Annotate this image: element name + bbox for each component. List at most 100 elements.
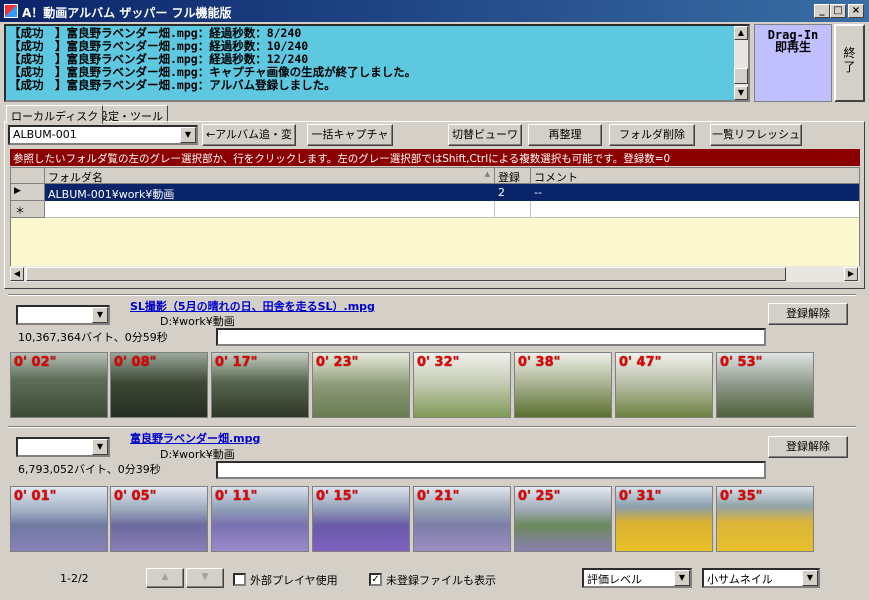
reorganize-button[interactable]: 再整理 [528,124,602,146]
rating-select-1[interactable]: ▼ [16,305,110,325]
grid-new-row-folder[interactable] [45,201,495,218]
next-page-button[interactable]: ▼ [186,568,224,588]
video-title-link-2[interactable]: 富良野ラベンダー畑.mpg [130,430,260,446]
tab-local-disk[interactable]: ローカルディスク [6,105,104,124]
chevron-down-icon[interactable]: ▼ [674,570,690,586]
scroll-thumb[interactable] [734,68,748,84]
divider [8,294,856,296]
grid-cell-count: 2 [498,186,505,199]
timestamp: 0' 15" [316,489,359,504]
timestamp: 0' 53" [720,355,763,370]
thumbnail[interactable]: 0' 47" [615,352,713,418]
grid-new-row-comment[interactable] [531,201,859,218]
video-size-1: 10,367,364バイト、0分59秒 [18,331,168,344]
thumbnail[interactable]: 0' 38" [514,352,612,418]
timestamp: 0' 05" [114,489,157,504]
grid-cell-folder: ALBUM-001¥work¥動画 [48,188,175,201]
video-path-1: D:¥work¥動画 [160,315,235,328]
timestamp: 0' 21" [417,489,460,504]
thumbnail-size-select[interactable]: 小サムネイル ▼ [702,568,820,588]
timestamp: 0' 02" [14,355,57,370]
thumbnail-size-value: 小サムネイル [707,573,773,586]
thumbnail[interactable]: 0' 53" [716,352,814,418]
log-scrollbar[interactable]: ▲ ▼ [734,26,748,100]
thumbnail[interactable]: 0' 25" [514,486,612,552]
grid-horizontal-scrollbar[interactable]: ◀ ▶ [10,266,860,282]
folder-grid[interactable]: フォルダ名 ▲ 登録 コメント ▶ ALBUM-001¥work¥動画 2 --… [10,167,860,282]
row-selector-icon[interactable]: ▶ [11,184,45,201]
album-select[interactable]: ALBUM-001 ▼ [8,125,198,145]
video-title-link-1[interactable]: SL撮影（5月の晴れの日、田舎を走るSL）.mpg [130,298,375,314]
timestamp: 0' 08" [114,355,157,370]
app-icon [4,4,18,18]
thumbnail[interactable]: 0' 01" [10,486,108,552]
unregister-button-2[interactable]: 登録解除 [768,436,848,458]
timestamp: 0' 31" [619,489,662,504]
grid-new-row-count[interactable] [495,201,531,218]
sort-asc-icon: ▲ [484,170,490,178]
thumbnail[interactable]: 0' 02" [10,352,108,418]
external-player-checkbox[interactable] [233,573,246,586]
album-select-value: ALBUM-001 [13,128,77,141]
list-refresh-button[interactable]: 一覧リフレッシュ [710,124,802,146]
thumbnail[interactable]: 0' 05" [110,486,208,552]
timestamp: 0' 25" [518,489,561,504]
log-area[interactable]: 【成功 】富良野ラベンダー畑.mpg：経過秒数：8/240 【成功 】富良野ラベ… [4,24,750,102]
thumbnail[interactable]: 0' 08" [110,352,208,418]
maximize-button[interactable]: □ [830,4,846,18]
timestamp: 0' 38" [518,355,561,370]
thumbnail[interactable]: 0' 31" [615,486,713,552]
grid-row-selected[interactable]: ALBUM-001¥work¥動画 2 -- [45,184,859,201]
grid-header-folder[interactable]: フォルダ名 ▲ [45,168,495,184]
thumbnail[interactable]: 0' 11" [211,486,309,552]
comment-input-1[interactable] [216,328,766,346]
grid-header-count[interactable]: 登録 [495,168,531,184]
timestamp: 0' 11" [215,489,258,504]
thumbnail[interactable]: 0' 15" [312,486,410,552]
exit-button[interactable]: 終了 [834,24,865,102]
batch-capture-button[interactable]: 一括キャプチャ [307,124,393,146]
scroll-right-arrow-icon[interactable]: ▶ [844,267,858,281]
scroll-thumb[interactable] [26,267,786,281]
scroll-down-arrow-icon[interactable]: ▼ [734,86,748,100]
comment-input-2[interactable] [216,461,766,479]
chevron-down-icon[interactable]: ▼ [92,439,108,455]
log-line: 【成功 】富良野ラベンダー畑.mpg：アルバム登録しました。 [9,78,336,92]
timestamp: 0' 47" [619,355,662,370]
thumbnail[interactable]: 0' 32" [413,352,511,418]
unregister-button-1[interactable]: 登録解除 [768,303,848,325]
thumbnail[interactable]: 0' 35" [716,486,814,552]
chevron-down-icon[interactable]: ▼ [92,307,108,323]
show-unregistered-checkbox[interactable]: ✓ [369,573,382,586]
grid-header-comment[interactable]: コメント [531,168,859,184]
minimize-button[interactable]: _ [814,4,830,18]
timestamp: 0' 35" [720,489,763,504]
new-row-icon[interactable]: ＊ [11,201,45,218]
chevron-down-icon[interactable]: ▼ [802,570,818,586]
external-player-label: 外部プレイヤ使用 [250,574,338,587]
close-button[interactable]: × [848,4,864,18]
info-bar: 参照したいフォルダ覧の左のグレー選択部か、行をクリックします。左のグレー選択部で… [10,149,860,166]
thumbnail[interactable]: 0' 21" [413,486,511,552]
thumbnail[interactable]: 0' 23" [312,352,410,418]
timestamp: 0' 23" [316,355,359,370]
album-add-button[interactable]: ←アルバム追・変 [202,124,296,146]
window-title: A！動画アルバム ザッパー フル機能版 [22,6,232,20]
title-bar[interactable]: A！動画アルバム ザッパー フル機能版 _ □ × [0,0,869,22]
timestamp: 0' 32" [417,355,460,370]
page-indicator: 1-2/2 [60,572,89,585]
grid-corner [11,168,45,184]
rating-level-select[interactable]: 評価レベル ▼ [582,568,692,588]
rating-select-2[interactable]: ▼ [16,437,110,457]
switch-viewer-button[interactable]: 切替ビューワ [448,124,522,146]
exit-label: 終了 [843,46,856,74]
scroll-up-arrow-icon[interactable]: ▲ [734,26,748,40]
chevron-down-icon[interactable]: ▼ [180,127,196,143]
timestamp: 0' 17" [215,355,258,370]
prev-page-button[interactable]: ▲ [146,568,184,588]
scroll-left-arrow-icon[interactable]: ◀ [10,267,24,281]
folder-delete-button[interactable]: フォルダ削除 [609,124,695,146]
video-size-2: 6,793,052バイト、0分39秒 [18,463,161,476]
drag-in-play-zone[interactable]: Drag-In 即再生 [754,24,832,102]
thumbnail[interactable]: 0' 17" [211,352,309,418]
